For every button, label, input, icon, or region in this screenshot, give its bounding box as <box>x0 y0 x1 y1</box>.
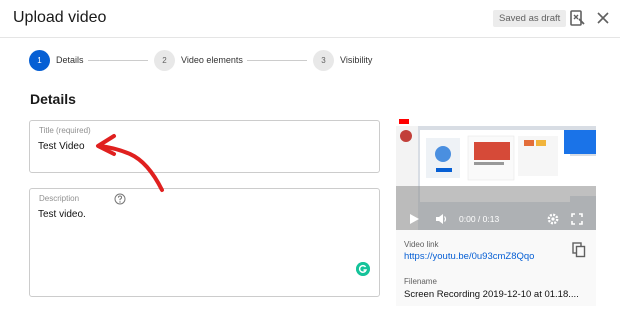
video-link[interactable]: https://youtu.be/0u93cmZ8Qqo <box>404 251 534 262</box>
details-heading: Details <box>30 91 76 107</box>
play-icon[interactable] <box>407 212 421 226</box>
description-input-value[interactable]: Test video. <box>38 209 86 220</box>
step-visibility-label[interactable]: Visibility <box>340 55 372 65</box>
help-icon[interactable] <box>114 193 126 205</box>
filename-label: Filename <box>404 277 437 286</box>
close-icon[interactable] <box>594 9 612 27</box>
feedback-icon[interactable] <box>568 9 586 27</box>
title-field[interactable]: Title (required) Test Video <box>29 120 380 173</box>
video-preview-card: 0:00 / 0:13 Video link https://youtu.be/… <box>396 116 596 306</box>
dialog-title: Upload video <box>13 9 107 26</box>
video-controls: 0:00 / 0:13 <box>396 208 596 230</box>
grammarly-icon[interactable] <box>356 262 370 276</box>
step-connector <box>247 60 307 61</box>
description-field-label: Description <box>39 194 80 203</box>
video-link-label: Video link <box>404 240 439 249</box>
step-connector <box>88 60 148 61</box>
video-time: 0:00 / 0:13 <box>459 214 500 224</box>
copy-icon[interactable] <box>572 242 586 258</box>
step-2-circle[interactable]: 2 <box>154 50 175 71</box>
saved-draft-badge: Saved as draft <box>493 10 567 27</box>
step-details-label[interactable]: Details <box>56 55 84 65</box>
fullscreen-icon[interactable] <box>570 212 584 226</box>
step-1-circle[interactable]: 1 <box>29 50 50 71</box>
filename-value: Screen Recording 2019-12-10 at 01.18.... <box>404 289 579 300</box>
step-3-circle[interactable]: 3 <box>313 50 334 71</box>
description-field[interactable]: Description Test video. <box>29 188 380 297</box>
title-input-value[interactable]: Test Video <box>38 141 85 152</box>
title-field-label: Title (required) <box>39 126 91 135</box>
step-video-elements-label[interactable]: Video elements <box>181 55 243 65</box>
settings-icon[interactable] <box>546 212 560 226</box>
upload-stepper: 1 Details 2 Video elements 3 Visibility <box>0 50 620 72</box>
volume-icon[interactable] <box>434 212 448 226</box>
dialog-header: Upload video Saved as draft <box>0 0 620 38</box>
